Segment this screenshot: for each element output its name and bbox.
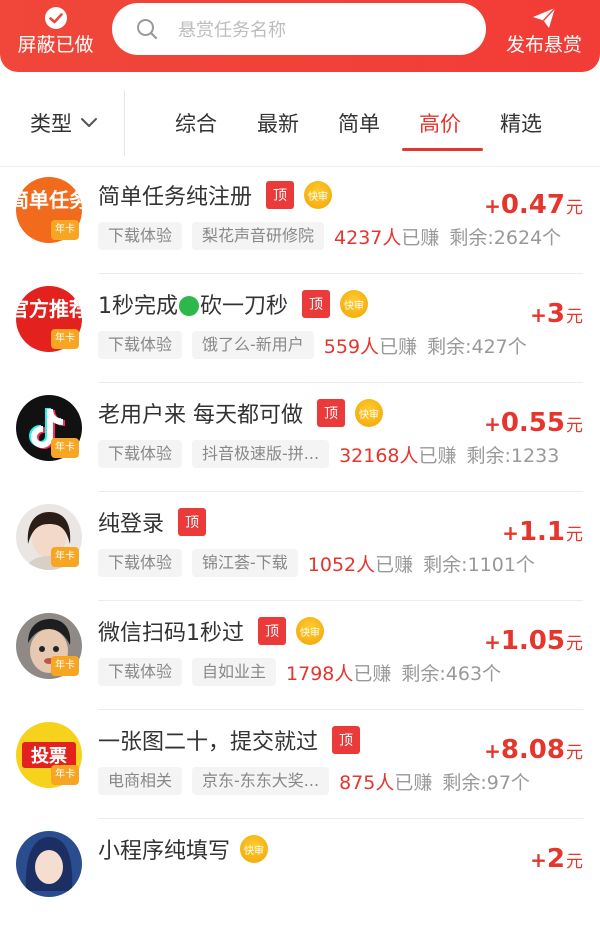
tab-simple[interactable]: 简单 — [338, 108, 380, 138]
fast-review-badge: 快审 — [240, 835, 269, 863]
tab-high-price[interactable]: 高价 — [419, 108, 461, 138]
fast-review-badge: 快审 — [355, 399, 383, 427]
task-item[interactable]: 年卡 老用户来 每天都可做 顶 快审 下载体验 抖音极速版-拼... 32168… — [0, 384, 600, 492]
earned-count: 875人已赚 — [339, 771, 433, 794]
year-card-badge: 年卡 — [51, 329, 79, 349]
reward-price: +0.55元 — [484, 408, 583, 438]
publish-label: 发布悬赏 — [505, 34, 582, 56]
category-chip: 下载体验 — [98, 222, 183, 250]
task-title: 小程序纯填写 — [98, 839, 231, 864]
category-chip: 下载体验 — [98, 658, 183, 686]
task-item[interactable]: 年卡 微信扫码1秒过 顶 快审 下载体验 自如业主 1798人已赚 剩余:463… — [0, 602, 600, 710]
hide-done-button[interactable]: 屏蔽已做 — [8, 0, 103, 72]
category-chip: 下载体验 — [98, 331, 183, 359]
reward-price: +0.47元 — [484, 190, 583, 220]
category-chip: 电商相关 — [98, 767, 183, 795]
app-chip: 自如业主 — [192, 658, 277, 686]
app-chip: 抖音极速版-拼... — [192, 440, 330, 468]
tab-newest[interactable]: 最新 — [257, 108, 299, 138]
search-bar[interactable] — [112, 3, 486, 55]
remaining-count: 剩余:427个 — [427, 335, 527, 358]
task-title: 简单任务纯注册 — [98, 185, 253, 210]
fast-review-badge: 快审 — [296, 617, 324, 645]
green-dot-icon — [179, 296, 199, 316]
row-divider — [98, 709, 583, 710]
task-title: 老用户来 每天都可做 — [98, 403, 303, 428]
row-divider — [98, 382, 583, 383]
chevron-down-icon — [81, 118, 97, 127]
remaining-count: 剩余:1233 — [466, 444, 560, 467]
search-input[interactable] — [176, 13, 470, 47]
row-divider — [98, 600, 583, 601]
year-card-badge: 年卡 — [51, 220, 79, 240]
fast-review-badge: 快审 — [340, 290, 369, 318]
app-chip: 饿了么-新用户 — [192, 331, 314, 359]
app-chip: 梨花声音研修院 — [192, 222, 325, 250]
active-tab-indicator — [402, 148, 483, 151]
earned-count: 1798人已赚 — [286, 662, 392, 685]
anime-avatar-icon — [25, 837, 73, 891]
pinned-badge: 顶 — [266, 181, 295, 209]
reward-price: +1.05元 — [484, 626, 583, 656]
task-item[interactable]: 投票 年卡 一张图二十，提交就过 顶 电商相关 京东-东东大奖... 875人已… — [0, 711, 600, 819]
avatar-text: 简单任务 — [16, 188, 82, 212]
task-item[interactable]: 官方推荐 年卡 1秒完成 砍一刀秒 顶 快审 下载体验 饿了么-新用户 559人已… — [0, 275, 600, 383]
search-icon — [136, 18, 158, 44]
earned-count: 1052人已赚 — [307, 553, 414, 576]
avatar-text: 投票 — [31, 745, 67, 767]
earned-count: 4237人已赚 — [334, 226, 440, 249]
task-title: 一张图二十，提交就过 — [98, 730, 319, 755]
type-dropdown[interactable]: 类型 — [30, 108, 98, 138]
year-card-badge: 年卡 — [51, 547, 79, 567]
hide-done-label: 屏蔽已做 — [17, 34, 94, 56]
fast-review-badge: 快审 — [304, 181, 333, 209]
top-header: 屏蔽已做 发布悬赏 — [0, 0, 600, 72]
reward-price: +3元 — [530, 299, 583, 329]
tab-featured[interactable]: 精选 — [500, 108, 542, 138]
task-item[interactable]: 小程序纯填写 快审 +2元 — [0, 820, 600, 928]
task-title: 1秒完成 砍一刀秒 — [98, 294, 289, 319]
avatar-text: 官方推荐 — [16, 297, 82, 321]
task-title: 纯登录 — [98, 512, 165, 537]
pinned-badge: 顶 — [332, 726, 361, 754]
app-chip: 京东-东东大奖... — [192, 767, 330, 795]
pinned-badge: 顶 — [258, 617, 286, 645]
task-item[interactable]: 年卡 纯登录 顶 下载体验 锦江荟-下载 1052人已赚 剩余:1101个 +1… — [0, 493, 600, 601]
app-chip: 锦江荟-下载 — [192, 549, 298, 577]
reward-price: +8.08元 — [484, 735, 583, 765]
task-title: 微信扫码1秒过 — [98, 621, 244, 646]
task-item[interactable]: 简单任务 年卡 简单任务纯注册 顶 快审 下载体验 梨花声音研修院 4237人已… — [0, 166, 600, 274]
tab-overall[interactable]: 综合 — [175, 108, 217, 138]
year-card-badge: 年卡 — [51, 438, 79, 458]
row-divider — [98, 491, 583, 492]
pinned-badge: 顶 — [302, 290, 331, 318]
filter-bar: 类型 综合 最新 简单 高价 精选 — [0, 72, 600, 167]
earned-count: 559人已赚 — [323, 335, 418, 358]
remaining-count: 剩余:1101个 — [423, 553, 535, 576]
category-chip: 下载体验 — [98, 440, 183, 468]
row-divider — [98, 818, 583, 819]
reward-price: +2元 — [530, 844, 583, 874]
publish-reward-button[interactable]: 发布悬赏 — [496, 0, 592, 72]
remaining-count: 剩余:2624个 — [449, 226, 562, 249]
year-card-badge: 年卡 — [51, 765, 79, 785]
pinned-badge: 顶 — [317, 399, 345, 427]
filter-divider — [124, 90, 125, 156]
category-chip: 下载体验 — [98, 549, 183, 577]
task-avatar — [16, 831, 82, 897]
row-divider — [98, 273, 583, 274]
earned-count: 32168人已赚 — [339, 444, 457, 467]
type-label: 类型 — [30, 112, 72, 136]
remaining-count: 剩余:463个 — [401, 662, 502, 685]
remaining-count: 剩余:97个 — [442, 771, 530, 794]
pinned-badge: 顶 — [178, 508, 207, 536]
year-card-badge: 年卡 — [51, 656, 79, 676]
reward-price: +1.1元 — [502, 517, 583, 547]
